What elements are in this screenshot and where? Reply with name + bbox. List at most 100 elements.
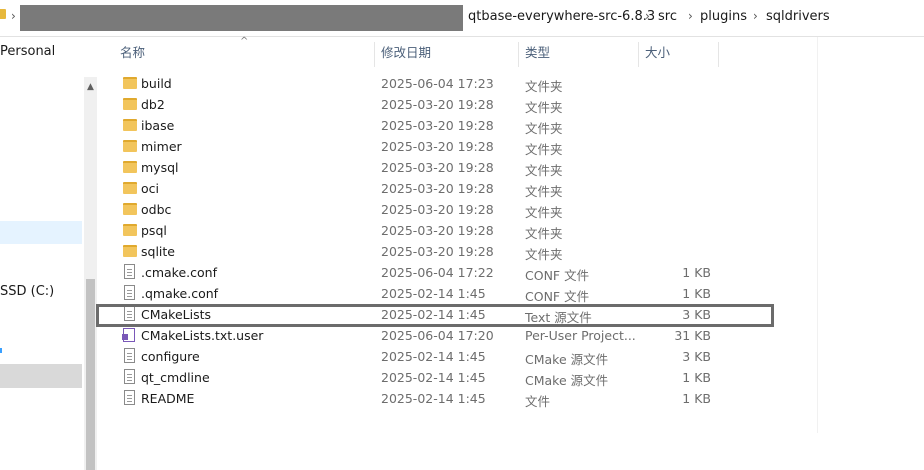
column-divider[interactable] xyxy=(518,42,519,67)
chevron-right-icon[interactable]: › xyxy=(11,9,16,23)
file-icon xyxy=(124,369,135,384)
file-type: 文件夹 xyxy=(525,184,563,199)
file-date: 2025-02-14 1:45 xyxy=(381,391,486,406)
file-size: 31 KB xyxy=(674,328,711,343)
folder-icon xyxy=(123,224,137,236)
file-type: CMake 源文件 xyxy=(525,352,609,367)
visual-studio-file-icon xyxy=(122,328,135,342)
folder-icon xyxy=(123,245,137,257)
redacted-path xyxy=(20,5,463,31)
file-size: 1 KB xyxy=(682,370,711,385)
file-type: 文件夹 xyxy=(525,163,563,178)
pane-divider xyxy=(817,37,818,433)
file-type: 文件夹 xyxy=(525,100,563,115)
file-name: .qmake.conf xyxy=(141,286,219,301)
sidebar-item-personal[interactable]: Personal xyxy=(0,44,55,59)
file-row[interactable]: ibase 2025-03-20 19:28 文件夹 xyxy=(97,115,817,136)
column-divider[interactable] xyxy=(638,42,639,67)
file-row[interactable]: .qmake.conf 2025-02-14 1:45 CONF 文件 1 KB xyxy=(97,283,817,304)
file-date: 2025-03-20 19:28 xyxy=(381,118,494,133)
file-icon xyxy=(124,348,135,363)
file-date: 2025-02-14 1:45 xyxy=(381,286,486,301)
sidebar-item-selected[interactable] xyxy=(0,364,82,388)
file-icon xyxy=(124,285,135,300)
column-header-date[interactable]: 修改日期 xyxy=(381,42,431,66)
file-type: 文件夹 xyxy=(525,226,563,241)
breadcrumb-item[interactable]: sqldrivers xyxy=(766,9,830,24)
folder-icon xyxy=(123,203,137,215)
chevron-right-icon[interactable]: › xyxy=(688,9,693,23)
column-header-name[interactable]: 名称 xyxy=(120,42,145,66)
file-date: 2025-03-20 19:28 xyxy=(381,181,494,196)
file-type: 文件夹 xyxy=(525,121,563,136)
sort-ascending-icon: ^ xyxy=(240,36,249,47)
folder-icon xyxy=(123,182,137,194)
file-name: CMakeLists.txt.user xyxy=(141,328,264,343)
file-type: CMake 源文件 xyxy=(525,373,609,388)
file-name: odbc xyxy=(141,202,172,217)
file-row[interactable]: .cmake.conf 2025-06-04 17:22 CONF 文件 1 KB xyxy=(97,262,817,283)
chevron-right-icon[interactable]: › xyxy=(645,9,650,23)
column-header-size[interactable]: 大小 xyxy=(645,42,670,66)
file-name: ibase xyxy=(141,118,175,133)
chevron-right-icon[interactable]: › xyxy=(753,9,758,23)
file-name: oci xyxy=(141,181,159,196)
file-icon xyxy=(124,390,135,405)
file-row[interactable]: build 2025-06-04 17:23 文件夹 xyxy=(97,73,817,94)
sidebar-scrollbar-thumb[interactable] xyxy=(86,279,95,470)
file-row[interactable]: oci 2025-03-20 19:28 文件夹 xyxy=(97,178,817,199)
file-row[interactable]: README 2025-02-14 1:45 文件 1 KB xyxy=(97,388,817,409)
breadcrumb-item[interactable]: src xyxy=(658,9,677,24)
file-date: 2025-03-20 19:28 xyxy=(381,244,494,259)
column-divider[interactable] xyxy=(374,42,375,67)
folder-icon xyxy=(123,140,137,152)
file-name: .cmake.conf xyxy=(141,265,217,280)
file-type: 文件夹 xyxy=(525,142,563,157)
file-date: 2025-03-20 19:28 xyxy=(381,202,494,217)
file-type: CONF 文件 xyxy=(525,268,590,283)
file-date: 2025-03-20 19:28 xyxy=(381,223,494,238)
file-date: 2025-02-14 1:45 xyxy=(381,349,486,364)
file-name: sqlite xyxy=(141,244,175,259)
breadcrumb-item[interactable]: plugins xyxy=(700,9,747,24)
breadcrumb-item[interactable]: qtbase-everywhere-src-6.8.3 xyxy=(468,9,655,24)
column-header-type[interactable]: 类型 xyxy=(525,42,550,66)
file-row[interactable]: configure 2025-02-14 1:45 CMake 源文件 3 KB xyxy=(97,346,817,367)
file-row[interactable]: db2 2025-03-20 19:28 文件夹 xyxy=(97,94,817,115)
scroll-up-icon[interactable]: ▲ xyxy=(84,77,97,97)
sidebar-item-hover[interactable] xyxy=(0,221,82,244)
file-name: mysql xyxy=(141,160,179,175)
folder-icon xyxy=(123,119,137,131)
annotation-highlight-box xyxy=(96,304,774,327)
navigation-pane: Personal SSD (C:) ▲ xyxy=(0,37,97,470)
file-type: 文件 xyxy=(525,394,551,409)
address-bar[interactable]: › qtbase-everywhere-src-6.8.3 › src › pl… xyxy=(0,0,924,37)
file-name: build xyxy=(141,76,172,91)
file-type: Per-User Project... xyxy=(525,328,636,343)
file-row[interactable]: sqlite 2025-03-20 19:28 文件夹 xyxy=(97,241,817,262)
file-name: mimer xyxy=(141,139,182,154)
file-row[interactable]: CMakeLists.txt.user 2025-06-04 17:20 Per-U… xyxy=(97,325,817,346)
file-date: 2025-06-04 17:22 xyxy=(381,265,494,280)
file-size: 1 KB xyxy=(682,391,711,406)
column-divider[interactable] xyxy=(718,42,719,67)
file-type: CONF 文件 xyxy=(525,289,590,304)
file-date: 2025-03-20 19:28 xyxy=(381,97,494,112)
folder-icon xyxy=(123,98,137,110)
sidebar-marker xyxy=(0,348,2,353)
file-row[interactable]: mimer 2025-03-20 19:28 文件夹 xyxy=(97,136,817,157)
file-name: README xyxy=(141,391,195,406)
folder-icon xyxy=(123,77,137,89)
file-name: qt_cmdline xyxy=(141,370,210,385)
file-date: 2025-03-20 19:28 xyxy=(381,160,494,175)
file-date: 2025-06-04 17:23 xyxy=(381,76,494,91)
file-row[interactable]: odbc 2025-03-20 19:28 文件夹 xyxy=(97,199,817,220)
file-size: 3 KB xyxy=(682,349,711,364)
file-name: configure xyxy=(141,349,200,364)
file-row[interactable]: qt_cmdline 2025-02-14 1:45 CMake 源文件 1 KB xyxy=(97,367,817,388)
folder-icon xyxy=(0,9,6,19)
file-row[interactable]: psql 2025-03-20 19:28 文件夹 xyxy=(97,220,817,241)
file-type: 文件夹 xyxy=(525,247,563,262)
file-row[interactable]: mysql 2025-03-20 19:28 文件夹 xyxy=(97,157,817,178)
sidebar-item-ssd[interactable]: SSD (C:) xyxy=(0,284,54,299)
